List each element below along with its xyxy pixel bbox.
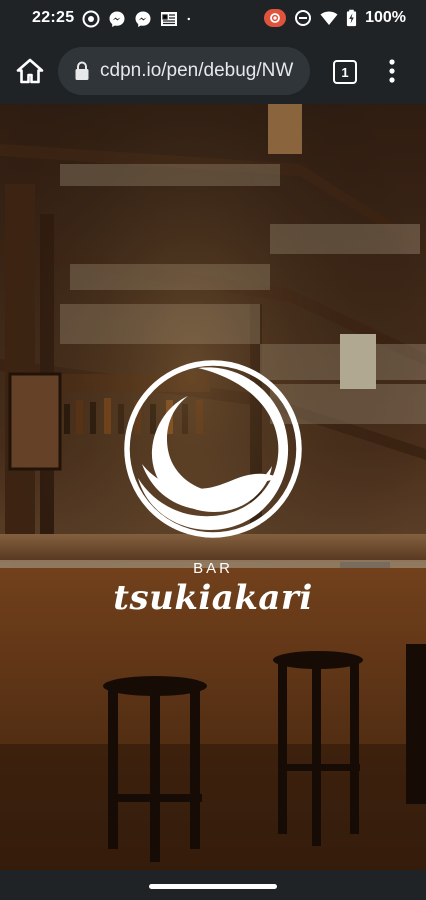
home-icon[interactable] [16,58,44,84]
tab-count: 1 [341,64,349,80]
hero-section: BAR tsukiakari [0,104,426,870]
dnd-icon [295,10,312,26]
lock-icon [75,61,89,80]
address-bar[interactable]: cdpn.io/pen/debug/NW [58,47,310,95]
status-time: 22:25 [32,9,75,26]
messenger-icon [109,11,125,27]
battery-charging-icon [346,9,357,27]
url-text[interactable]: cdpn.io/pen/debug/NW [100,60,308,82]
battery-percent: 100% [365,9,406,26]
browser-toolbar: cdpn.io/pen/debug/NW 1 [0,38,426,104]
more-vert-icon[interactable] [382,56,402,86]
wifi-icon [320,11,338,25]
newspaper-icon [161,12,177,26]
status-bar: 22:25 100% [0,0,426,38]
home-indicator[interactable] [149,884,277,889]
system-status-icons: 100% [264,9,406,27]
dot-icon [187,17,190,21]
notification-icons [82,10,196,28]
messenger-icon [135,11,151,27]
crescent-moon-wave-logo [124,360,302,538]
brand-prefix: BAR [193,560,233,577]
record-icon [264,9,287,27]
brand-name: tsukiakari [113,578,313,618]
tab-switcher-button[interactable]: 1 [333,60,357,84]
cast-icon [82,10,100,28]
gesture-nav-bar [0,870,426,900]
